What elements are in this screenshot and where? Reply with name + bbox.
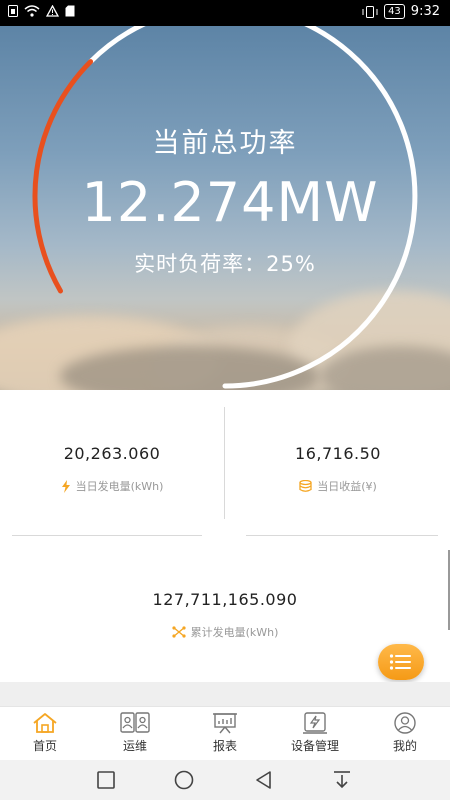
section-separator [0,682,450,706]
tab-device-management-label: 设备管理 [290,739,339,753]
report-icon [213,713,237,734]
daily-generation-label-row: 当日发电量(kWh) [0,478,224,494]
daily-generation-value: 20,263.060 [63,444,161,463]
network-icon [171,626,186,638]
vertical-divider [224,407,225,519]
status-icons-right: 43 9:32 [362,4,440,19]
list-icon [389,654,411,670]
divider-left [12,535,202,536]
bottom-tab-bar: 首页 运维 报表 设备管理 我的 [0,706,450,760]
tab-maintenance-label: 运维 [122,739,147,753]
status-time: 9:32 [410,4,440,19]
divider-right [246,535,438,536]
device-icon [303,712,327,734]
system-nav-bar [0,760,450,800]
home-icon [33,713,57,733]
daily-income-value: 16,716.50 [295,444,381,463]
tab-maintenance[interactable]: 运维 [90,707,180,760]
storage-icon [65,5,75,17]
daily-generation-label: 当日发电量(kWh) [75,480,164,493]
battery-indicator: 43 [384,4,405,19]
wifi-icon [24,5,40,17]
stats-panel: 20,263.060 当日发电量(kWh) 16,716.50 当日收益(¥) … [0,390,450,682]
maintenance-icon [120,712,150,733]
total-generation-value: 127,711,165.090 [152,590,298,609]
vibrate-icon [362,5,378,18]
total-power-value: 12.274MW [81,171,379,234]
tab-report-label: 报表 [212,739,237,753]
status-bar: 43 9:32 [0,0,450,26]
status-icons-left [8,5,75,17]
square-icon[interactable] [96,770,116,790]
tab-report[interactable]: 报表 [180,707,270,760]
power-hero: 当前总功率 12.274MW 实时负荷率：25% [0,26,450,390]
tab-home[interactable]: 首页 [0,707,90,760]
coins-icon [299,480,312,492]
daily-income-label-row: 当日收益(¥) [226,478,450,494]
circle-icon[interactable] [173,770,195,790]
total-power-title: 当前总功率 [152,128,298,159]
tab-profile[interactable]: 我的 [360,707,450,760]
sim-icon [8,5,18,17]
total-generation-label-row: 累计发电量(kWh) [0,624,450,640]
back-icon[interactable] [254,770,274,790]
tab-home-label: 首页 [32,739,57,753]
load-rate-text: 实时负荷率：25% [134,252,316,276]
menu-fab-button[interactable] [378,644,424,680]
lightning-icon [61,479,70,493]
tab-device-management[interactable]: 设备管理 [270,707,360,760]
daily-income-label: 当日收益(¥) [317,480,377,493]
menu-down-icon[interactable] [332,770,352,790]
user-icon [394,712,416,734]
tab-profile-label: 我的 [392,739,417,753]
total-generation-label: 累计发电量(kWh) [190,626,279,639]
warning-icon [46,5,59,17]
